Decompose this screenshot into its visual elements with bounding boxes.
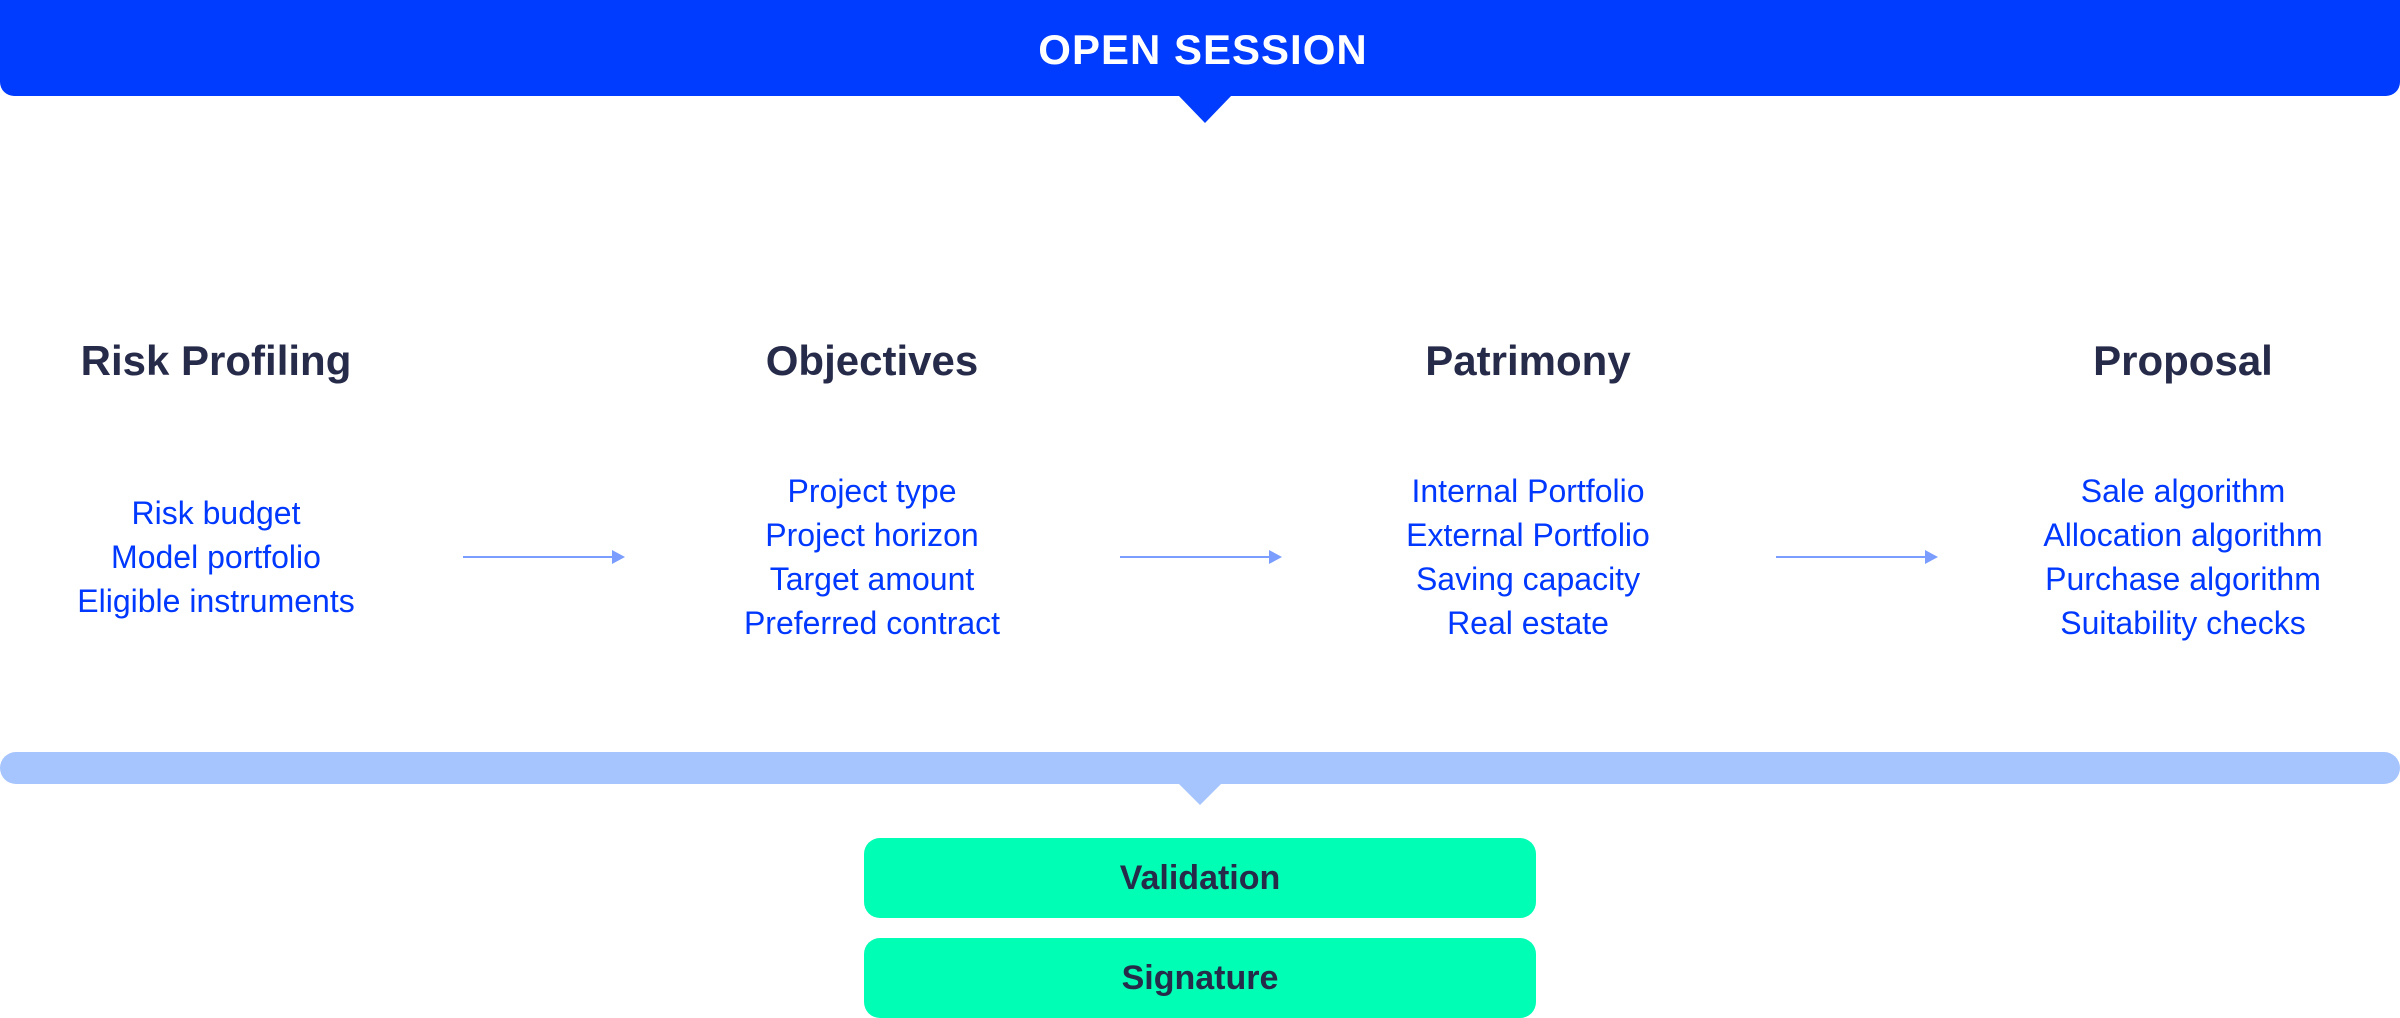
flow-arrow-icon	[463, 550, 625, 564]
step-item: Project horizon	[765, 517, 979, 553]
step-item: Suitability checks	[2060, 605, 2306, 641]
signature-button[interactable]: Signature	[864, 938, 1536, 1018]
step-title: Patrimony	[1425, 337, 1631, 384]
step-proposal: Proposal Sale algorithm Allocation algor…	[1923, 330, 2400, 641]
arrow-shaft	[1776, 556, 1926, 558]
step-item: External Portfolio	[1406, 517, 1650, 553]
step-item: Project type	[787, 473, 957, 509]
flow-arrow-icon	[1120, 550, 1282, 564]
step-title: Proposal	[2093, 337, 2273, 384]
step-items: Risk budget Model portfolio Eligible ins…	[0, 491, 476, 623]
step-item: Sale algorithm	[2080, 473, 2286, 509]
step-item: Risk budget	[131, 495, 301, 531]
arrow-shaft	[1120, 556, 1270, 558]
banner-title: OPEN SESSION	[1038, 26, 1368, 73]
step-items: Sale algorithm Allocation algorithm Purc…	[1923, 469, 2400, 645]
step-objectives: Objectives Project type Project horizon …	[612, 330, 1132, 641]
step-patrimony: Patrimony Internal Portfolio External Po…	[1268, 330, 1788, 641]
step-item: Internal Portfolio	[1411, 473, 1645, 509]
step-item: Real estate	[1447, 605, 1609, 641]
step-item: Allocation algorithm	[2043, 517, 2323, 553]
validation-button[interactable]: Validation	[864, 838, 1536, 918]
step-item: Model portfolio	[111, 539, 321, 575]
arrow-shaft	[463, 556, 613, 558]
step-item: Preferred contract	[743, 605, 1001, 641]
step-risk-profiling: Risk Profiling Risk budget Model portfol…	[0, 330, 476, 619]
session-flow-bar	[0, 752, 2400, 784]
banner-pointer-caret	[1178, 95, 1232, 123]
step-item: Purchase algorithm	[2045, 561, 2321, 597]
step-item: Saving capacity	[1415, 561, 1641, 597]
step-item: Target amount	[769, 561, 975, 597]
flow-arrow-icon	[1776, 550, 1938, 564]
step-title: Objectives	[765, 337, 979, 384]
bar-pointer-caret	[1178, 783, 1222, 805]
open-session-banner: OPEN SESSION	[0, 0, 2400, 96]
step-items: Internal Portfolio External Portfolio Sa…	[1268, 469, 1788, 645]
step-items: Project type Project horizon Target amou…	[612, 469, 1132, 645]
step-item: Eligible instruments	[77, 583, 355, 619]
step-title: Risk Profiling	[80, 337, 352, 384]
